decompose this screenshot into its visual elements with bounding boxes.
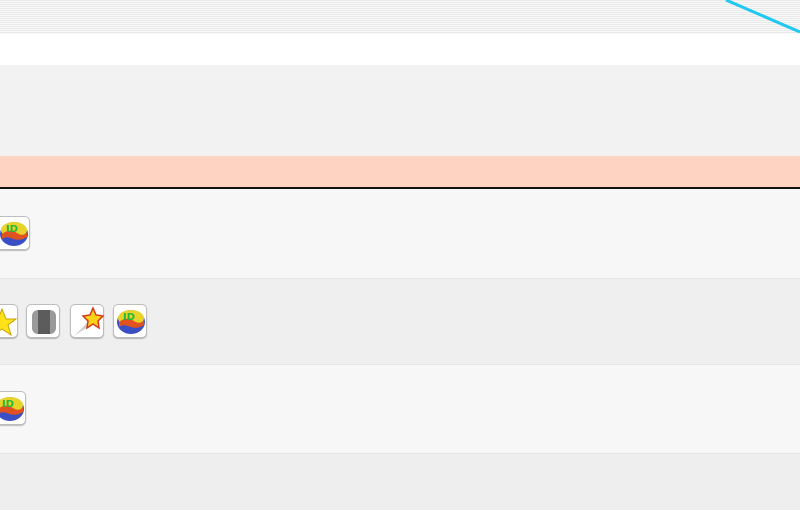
shooting-star-icon[interactable] bbox=[70, 304, 105, 338]
section-header-bar bbox=[0, 156, 800, 189]
table-footer-area bbox=[0, 454, 800, 510]
star-icon[interactable] bbox=[0, 304, 18, 338]
table-row: ID bbox=[0, 189, 800, 279]
id-globe-icon[interactable]: ID bbox=[113, 304, 147, 338]
grey-tile-icon[interactable] bbox=[26, 304, 60, 338]
top-header-band bbox=[0, 0, 800, 34]
accent-line bbox=[725, 0, 800, 34]
header-strip bbox=[0, 34, 800, 65]
table-row: ID bbox=[0, 365, 800, 454]
id-glyph: ID bbox=[6, 224, 18, 235]
id-globe-icon[interactable]: ID bbox=[0, 216, 30, 250]
id-glyph: ID bbox=[2, 399, 14, 410]
header-area bbox=[0, 65, 800, 156]
id-glyph: ID bbox=[123, 312, 135, 323]
table-row: ID bbox=[0, 279, 800, 365]
id-globe-icon[interactable]: ID bbox=[0, 391, 26, 425]
